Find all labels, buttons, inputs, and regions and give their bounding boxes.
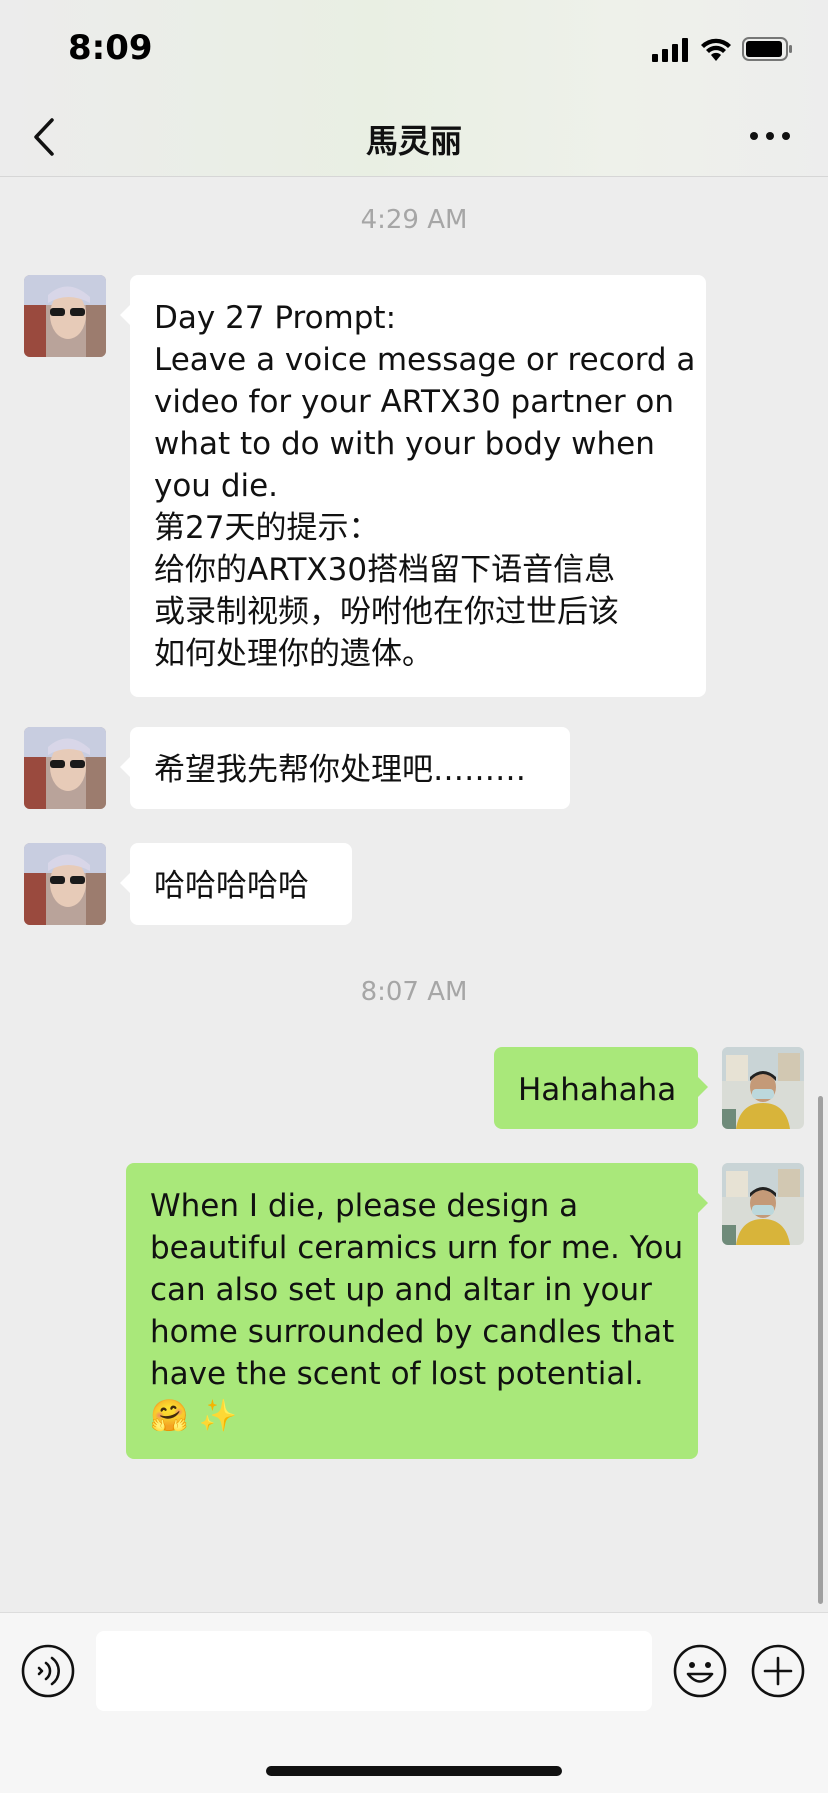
sent-message-bubble[interactable]: When I die, please design a beautiful ce… [126,1163,708,1459]
message-text: Hahahaha [518,1072,677,1108]
message-line: When I die, please design a [150,1188,579,1224]
message-emoji-line: 🤗 ✨ [150,1398,238,1434]
received-message-bubble[interactable]: 希望我先帮你处理吧……… [120,727,570,809]
status-bar: 8:09 [0,0,828,100]
message-line: beautiful ceramics urn for me. You [150,1230,684,1266]
cellular-signal-icon [652,38,688,62]
message-text: 希望我先帮你处理吧……… [154,752,526,788]
contact-avatar[interactable] [24,843,106,925]
chat-timestamp: 8:07 AM [360,977,468,1007]
message-line: can also set up and altar in your [150,1272,652,1308]
message-line: Leave a voice message or record a [154,342,696,378]
contact-avatar[interactable] [24,275,106,357]
status-time: 8:09 [68,28,153,68]
chat-title: 馬灵丽 [365,122,462,160]
my-avatar[interactable] [722,1163,804,1245]
voice-input-icon[interactable] [20,1643,76,1699]
plus-icon[interactable] [750,1643,806,1699]
received-message-bubble[interactable]: 哈哈哈哈哈 [120,843,352,925]
chat-timestamp: 4:29 AM [360,205,468,235]
message-text: 哈哈哈哈哈 [154,868,309,904]
message-line: 如何处理你的遗体。 [154,636,433,672]
message-line: video for your ARTX30 partner on [154,384,675,420]
message-line: 给你的ARTX30搭档留下语音信息 [154,552,616,588]
battery-icon [742,37,792,61]
message-input[interactable] [96,1631,652,1711]
message-line: you die. [154,468,279,504]
message-line: home surrounded by candles that [150,1314,675,1350]
chat-scrollbar[interactable] [818,1096,823,1604]
message-line: have the scent of lost potential. [150,1356,644,1392]
message-line: 第27天的提示： [154,510,380,546]
message-line: Day 27 Prompt: [154,300,397,336]
my-avatar[interactable] [722,1047,804,1129]
wifi-icon [701,38,731,61]
sent-message-bubble[interactable]: Hahahaha [494,1047,708,1129]
message-line: 或录制视频，吩咐他在你过世后该 [154,594,619,630]
emoji-icon[interactable] [672,1643,728,1699]
received-message-bubble[interactable]: Day 27 Prompt: Leave a voice message or … [120,275,706,697]
home-indicator[interactable] [266,1766,562,1776]
more-options-icon[interactable] [746,118,794,154]
contact-avatar[interactable] [24,727,106,809]
message-line: what to do with your body when [154,426,655,462]
chat-header: 馬灵丽 [0,100,828,177]
